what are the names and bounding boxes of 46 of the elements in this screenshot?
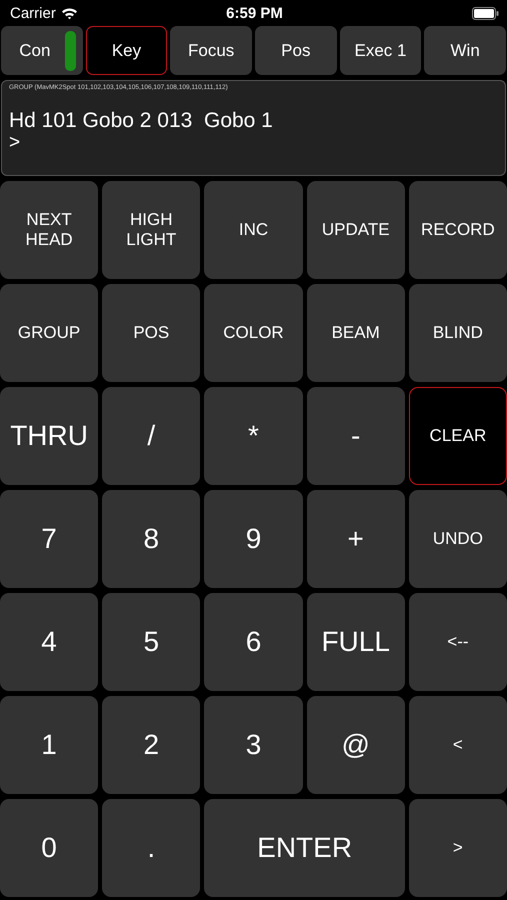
keypad-key[interactable]: NEXT HEAD [0,181,98,279]
tab[interactable]: Key [86,26,168,75]
keypad-key[interactable]: CLEAR [408,387,507,485]
status-time: 6:59 PM [226,4,283,22]
keypad-key[interactable]: 9 [204,490,303,588]
keypad-key[interactable]: THRU [0,387,98,485]
keypad-key[interactable]: BLIND [408,284,507,382]
keypad-key[interactable]: 8 [102,490,200,588]
keypad-key[interactable]: COLOR [204,284,303,382]
tab[interactable]: Focus [170,26,252,75]
keypad-key[interactable]: + [306,490,405,588]
keypad-key[interactable]: 2 [102,696,200,794]
keypad-key[interactable]: INC [204,181,303,279]
keypad-key[interactable]: 7 [0,490,98,588]
keypad-key[interactable]: FULL [306,593,405,691]
keypad-key[interactable]: 1 [0,696,98,794]
keypad-key[interactable]: 4 [0,593,98,691]
keypad-key[interactable]: 3 [204,696,303,794]
tab[interactable]: Con [1,26,83,75]
keypad-key[interactable]: GROUP [0,284,98,382]
tab[interactable]: Pos [254,26,337,75]
keypad-key[interactable]: RECORD [408,181,507,279]
keypad-key[interactable]: 5 [102,593,200,691]
keypad-key[interactable]: 6 [204,593,303,691]
command-prompt: > [9,133,22,153]
keypad-key[interactable]: / [102,387,200,485]
tab[interactable]: Win [424,26,506,75]
keypad-key[interactable]: . [102,799,200,897]
keypad-key[interactable]: @ [306,696,405,794]
command-line: Hd 101 Gobo 2 013 Gobo 1 [9,109,274,133]
keypad-key[interactable]: > [408,799,507,897]
keypad-key[interactable]: 0 [0,799,98,897]
wifi-icon [60,6,78,20]
carrier-label: Carrier [10,4,56,22]
keypad-key[interactable]: * [204,387,303,485]
battery-icon [472,6,499,20]
keypad-key[interactable]: POS [102,284,200,382]
keypad-key[interactable]: UPDATE [306,181,405,279]
keypad-key[interactable]: UNDO [408,490,507,588]
keypad-key[interactable]: BEAM [306,284,405,382]
keypad-key[interactable]: - [306,387,405,485]
keypad-key[interactable]: <-- [408,593,507,691]
tab[interactable]: Exec 1 [340,26,422,75]
keypad-key[interactable]: HIGH LIGHT [102,181,200,279]
keypad-key[interactable]: ENTER [204,799,405,897]
keypad-key[interactable]: < [408,696,507,794]
